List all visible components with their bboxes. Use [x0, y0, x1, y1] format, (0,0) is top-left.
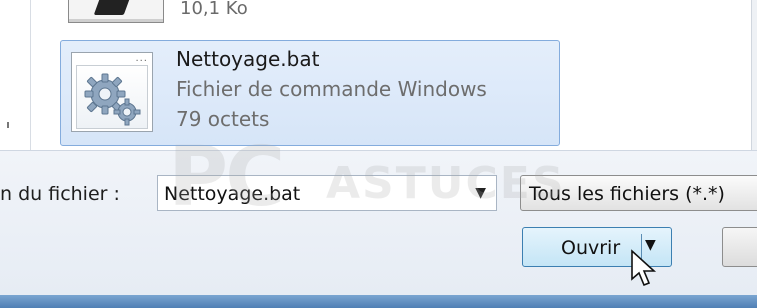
file-icon — [68, 0, 164, 23]
file-size: 79 octets — [176, 107, 270, 131]
icon-frame — [76, 65, 148, 129]
selected-file-item[interactable]: ··· Nettoyage.bat Fichier de commande Wi… — [60, 40, 560, 146]
filename-label: n du fichier : — [0, 183, 120, 205]
cancel-button[interactable] — [722, 227, 757, 267]
file-type-filter-select[interactable]: Tous les fichiers (*.*) — [520, 175, 757, 211]
pane-scroll-tick — [7, 122, 9, 128]
window-footer-strip — [0, 295, 757, 308]
filename-input[interactable]: Nettoyage.bat ▼ — [157, 175, 497, 211]
navigation-pane-edge — [0, 0, 31, 150]
mouse-cursor-icon — [631, 249, 657, 287]
open-button-label[interactable]: Ouvrir — [561, 237, 620, 259]
file-name: Nettoyage.bat — [176, 47, 320, 71]
filename-value[interactable]: Nettoyage.bat — [164, 183, 300, 205]
file-type: Fichier de commande Windows — [176, 77, 487, 101]
filter-value[interactable]: Tous les fichiers (*.*) — [529, 183, 725, 205]
scrollbar-edge[interactable] — [751, 0, 757, 150]
batch-file-gear-icon: ··· — [71, 52, 153, 132]
dialog-bottom-bar: n du fichier : Nettoyage.bat ▼ Tous les … — [0, 150, 757, 296]
list-item[interactable]: 10,1 Ko — [68, 0, 508, 32]
file-size: 10,1 Ko — [180, 0, 248, 18]
chevron-down-icon[interactable]: ▼ — [475, 185, 486, 201]
file-list-area: 10,1 Ko ··· Nettoyage.bat Fichier de com… — [0, 0, 757, 150]
